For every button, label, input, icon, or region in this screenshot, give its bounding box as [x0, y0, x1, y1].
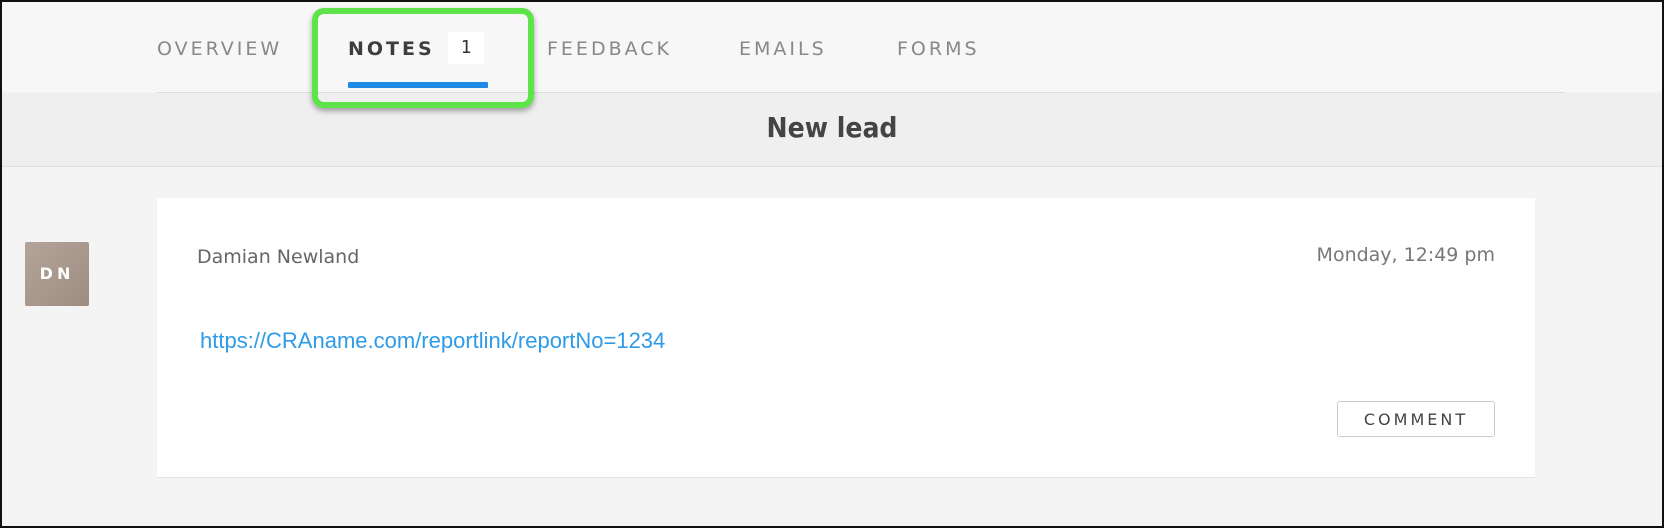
comment-button[interactable]: COMMENT	[1337, 401, 1495, 437]
notes-count-badge: 1	[448, 32, 484, 64]
section-title: New lead	[766, 111, 898, 144]
tab-emails[interactable]: EMAILS	[739, 37, 827, 61]
app-frame: OVERVIEW NOTES 1 FEEDBACK EMAILS FORMS N…	[0, 0, 1664, 528]
section-header: New lead	[2, 93, 1662, 167]
active-tab-indicator	[348, 82, 488, 88]
tab-forms[interactable]: FORMS	[897, 37, 980, 61]
note-timestamp: Monday, 12:49 pm	[1316, 244, 1495, 266]
tab-bar: OVERVIEW NOTES 1 FEEDBACK EMAILS FORMS	[2, 2, 1662, 92]
note-author: Damian Newland	[197, 246, 360, 268]
tab-overview[interactable]: OVERVIEW	[157, 37, 282, 61]
tab-feedback[interactable]: FEEDBACK	[547, 37, 672, 61]
note-card: Damian Newland Monday, 12:49 pm https://…	[157, 198, 1535, 478]
note-link[interactable]: https://CRAname.com/reportlink/reportNo=…	[200, 328, 665, 354]
avatar: DN	[25, 242, 89, 306]
tab-notes[interactable]: NOTES	[348, 37, 435, 61]
